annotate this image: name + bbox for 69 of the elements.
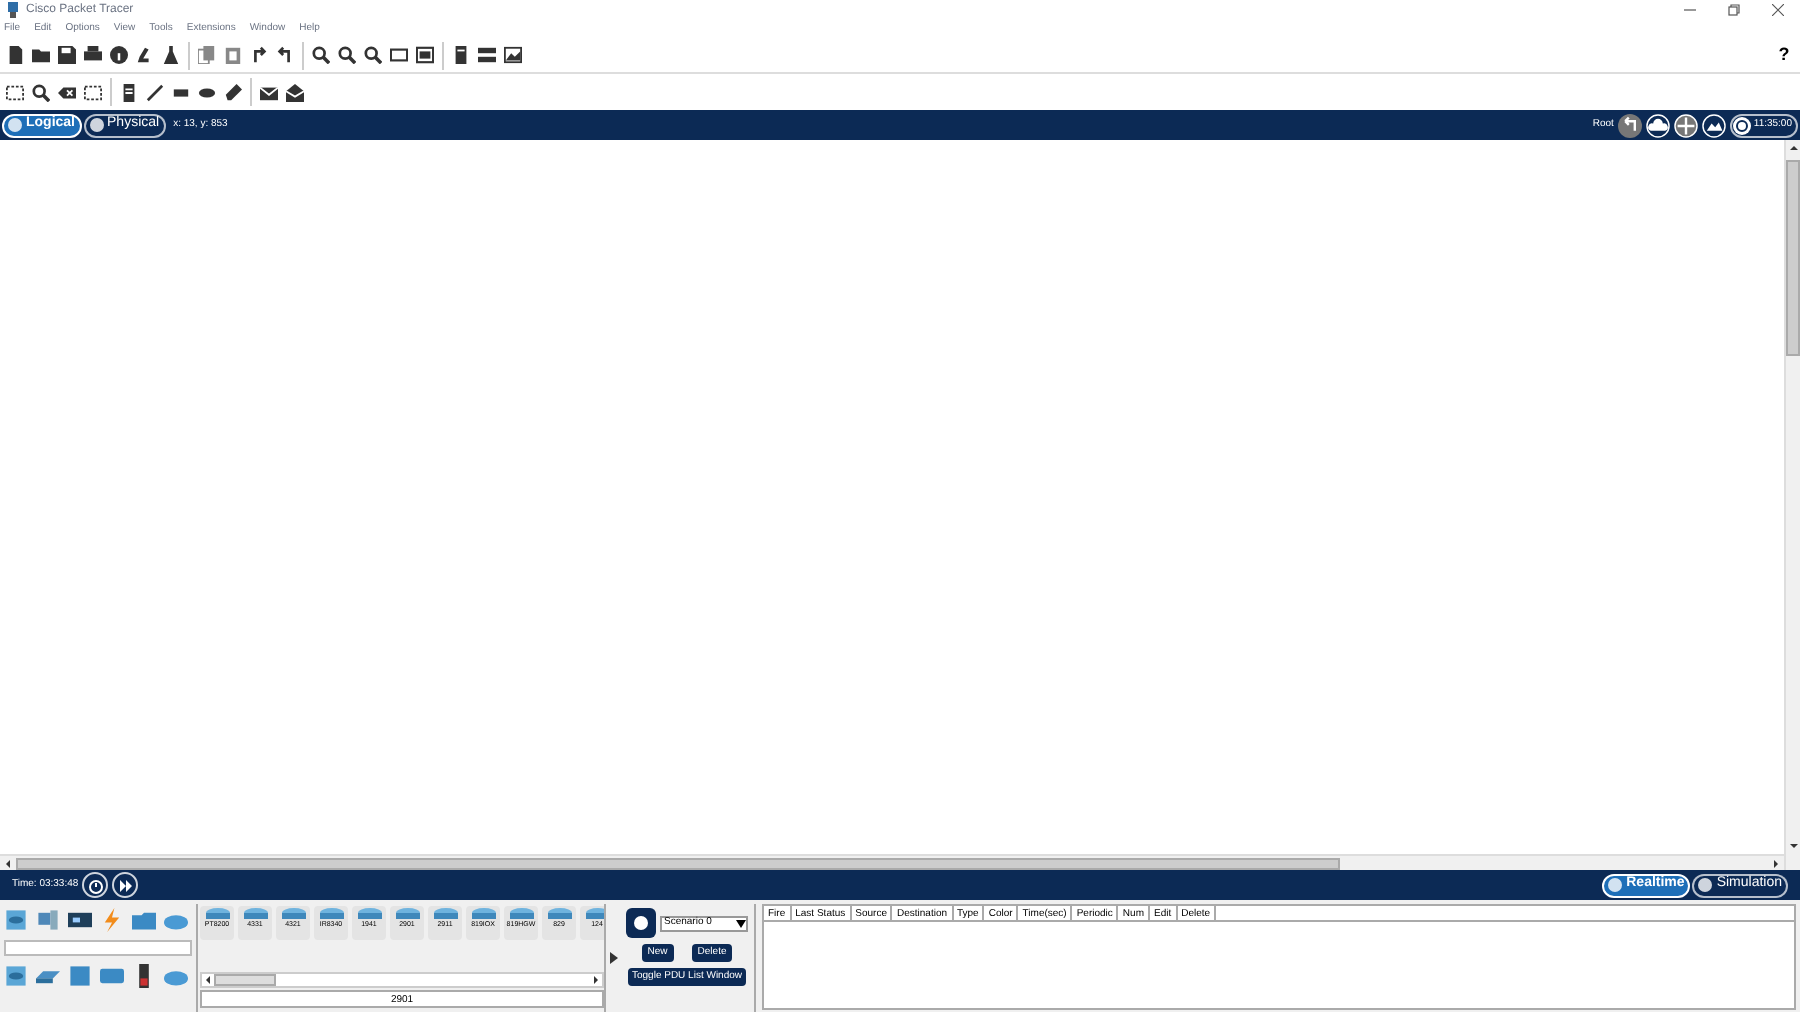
pencil-icon[interactable]	[224, 83, 242, 101]
router-icon	[205, 907, 229, 921]
router-icon	[471, 907, 495, 921]
new-file-icon[interactable]	[6, 46, 24, 64]
router-icon	[243, 907, 267, 921]
zoom-out-icon[interactable]	[364, 46, 382, 64]
close-icon	[1772, 4, 1784, 16]
board-category-icon[interactable]	[68, 908, 92, 932]
resize-icon[interactable]	[84, 83, 102, 101]
landscape-icon[interactable]	[1701, 113, 1726, 137]
scrollbar-thumb[interactable]	[214, 974, 276, 986]
scrollbar-thumb[interactable]	[1786, 160, 1800, 356]
zoom-in-icon[interactable]	[312, 46, 330, 64]
info-icon[interactable]	[110, 46, 128, 64]
router-icon	[585, 907, 604, 921]
fast-forward-button[interactable]	[112, 872, 139, 898]
envelope-icon[interactable]	[260, 83, 278, 101]
scroll-right-icon[interactable]	[590, 974, 602, 986]
router-icon	[395, 907, 419, 921]
router-category-icon[interactable]	[4, 908, 28, 932]
back-icon[interactable]	[1617, 113, 1642, 137]
scroll-down-icon[interactable]	[1786, 838, 1800, 854]
expand-icon[interactable]	[609, 952, 617, 964]
restore-icon	[1728, 4, 1740, 16]
cloud-icon[interactable]	[1645, 113, 1670, 137]
minimize-icon	[1684, 4, 1696, 16]
save-icon[interactable]	[58, 46, 76, 64]
router-icon	[433, 907, 457, 921]
zoom-reset-icon[interactable]	[338, 46, 356, 64]
hub-icon[interactable]	[68, 964, 92, 988]
panel-icon[interactable]	[416, 46, 434, 64]
scroll-up-icon[interactable]	[1786, 140, 1800, 156]
app-icon	[6, 2, 20, 18]
open-folder-icon[interactable]	[32, 46, 50, 64]
note-icon[interactable]	[120, 83, 138, 101]
router-icon	[509, 907, 533, 921]
clock-icon[interactable]	[1731, 115, 1752, 135]
device-icon[interactable]	[452, 46, 470, 64]
paste-icon[interactable]	[224, 46, 242, 64]
move-icon[interactable]	[1673, 113, 1698, 137]
copy-icon[interactable]	[198, 46, 216, 64]
select-icon[interactable]	[6, 83, 24, 101]
router-icon	[357, 907, 381, 921]
ellipse-icon[interactable]	[198, 83, 216, 101]
timer-icon	[87, 877, 104, 893]
open-envelope-icon[interactable]	[286, 83, 304, 101]
flask-icon[interactable]	[162, 46, 180, 64]
help-button[interactable]: ?	[1774, 46, 1794, 64]
folder-category-icon[interactable]	[132, 908, 156, 932]
search-icon[interactable]	[32, 83, 50, 101]
router-icon[interactable]	[4, 964, 28, 988]
router-icon	[547, 907, 571, 921]
dropdown-caret-icon	[736, 919, 746, 927]
router-icon	[281, 907, 305, 921]
router-icon	[319, 907, 343, 921]
info-icon[interactable]	[626, 908, 656, 938]
wireless-icon[interactable]	[100, 964, 124, 988]
device-search-field[interactable]	[4, 940, 192, 956]
image-icon[interactable]	[504, 46, 522, 64]
reset-time-button[interactable]	[82, 872, 109, 898]
delete-icon[interactable]	[58, 83, 76, 101]
rectangle-icon[interactable]	[172, 83, 190, 101]
fast-forward-icon	[117, 877, 134, 893]
print-icon[interactable]	[84, 46, 102, 64]
scroll-left-icon[interactable]	[202, 974, 214, 986]
pc-category-icon[interactable]	[36, 908, 60, 932]
line-icon[interactable]	[146, 83, 164, 101]
stack-icon[interactable]	[478, 46, 496, 64]
scrollbar-thumb[interactable]	[16, 857, 1340, 869]
